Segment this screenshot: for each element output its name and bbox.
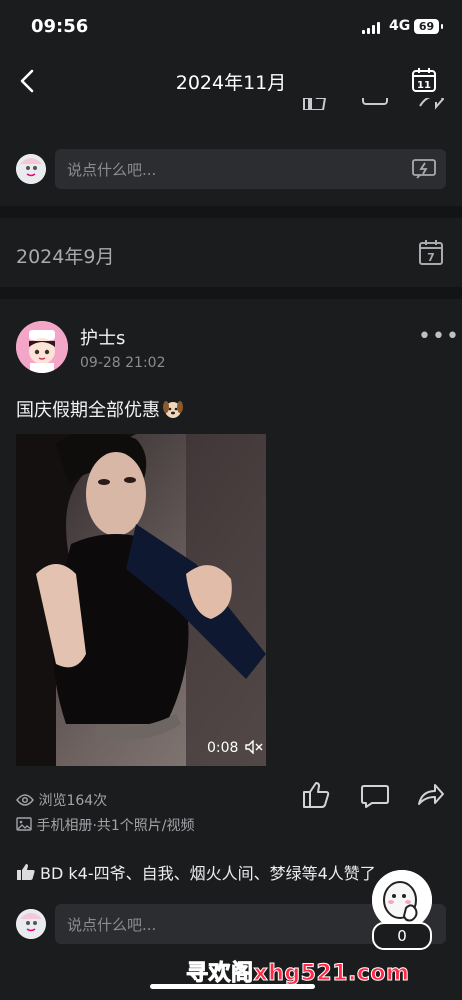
album-info-text: 手机相册·共1个照片/视频 <box>36 818 195 834</box>
share-icon[interactable] <box>417 782 445 808</box>
section-divider <box>0 206 462 218</box>
mute-icon[interactable] <box>245 739 263 755</box>
album-info[interactable]: 手机相册·共1个照片/视频 <box>16 815 195 835</box>
like-icon[interactable] <box>302 98 328 110</box>
page-title: 2024年11月 <box>175 72 287 94</box>
calendar-icon[interactable]: 7 <box>419 239 443 265</box>
eye-icon <box>16 794 34 806</box>
comment-input[interactable]: 说点什么吧... <box>55 149 446 189</box>
calendar-day: 11 <box>417 80 431 91</box>
likes-text: BD k4-四爷、自我、烟火人间、梦绿等4人赞了 <box>40 864 376 883</box>
section-divider <box>0 287 462 299</box>
user-avatar <box>16 154 46 184</box>
post-text-content: 国庆假期全部优惠 <box>16 400 160 421</box>
watermark-text: 寻欢阁xhg521.com <box>185 961 410 987</box>
month-header: 2024年9月 <box>16 246 115 268</box>
calendar-day: 7 <box>427 251 435 264</box>
comment-icon[interactable] <box>362 98 388 110</box>
battery-icon: 69 <box>414 19 443 34</box>
more-options-icon[interactable]: ••• <box>418 324 460 349</box>
floating-count-badge[interactable]: 0 <box>372 922 432 950</box>
quick-reply-icon[interactable] <box>412 159 436 179</box>
comment-placeholder: 说点什么吧... <box>67 161 157 179</box>
comment-placeholder: 说点什么吧... <box>67 916 157 934</box>
view-count-text: 浏览164次 <box>38 793 108 809</box>
comment-icon[interactable] <box>361 784 389 808</box>
status-time: 09:56 <box>31 16 89 37</box>
post-text: 国庆假期全部优惠 <box>16 396 184 422</box>
calendar-icon[interactable]: 11 <box>411 67 437 93</box>
view-count: 浏览164次 <box>16 790 107 810</box>
image-icon <box>16 817 32 831</box>
video-duration-text: 0:08 <box>207 740 239 756</box>
network-type: 4G <box>389 18 411 34</box>
post-time: 09-28 21:02 <box>80 355 166 371</box>
home-indicator[interactable] <box>150 984 315 989</box>
dog-emoji-icon <box>162 399 184 419</box>
signal-icon <box>362 22 384 34</box>
post-author-avatar[interactable] <box>16 321 68 373</box>
video-duration: 0:08 <box>207 739 263 756</box>
thumbs-up-icon <box>17 864 35 880</box>
post-video[interactable] <box>16 434 266 766</box>
floating-mascot-button[interactable] <box>372 870 432 930</box>
share-icon[interactable] <box>418 98 444 110</box>
post-username[interactable]: 护士s <box>80 324 125 350</box>
like-icon[interactable] <box>302 781 330 809</box>
user-avatar <box>16 909 46 939</box>
previous-post-actions <box>0 98 462 116</box>
